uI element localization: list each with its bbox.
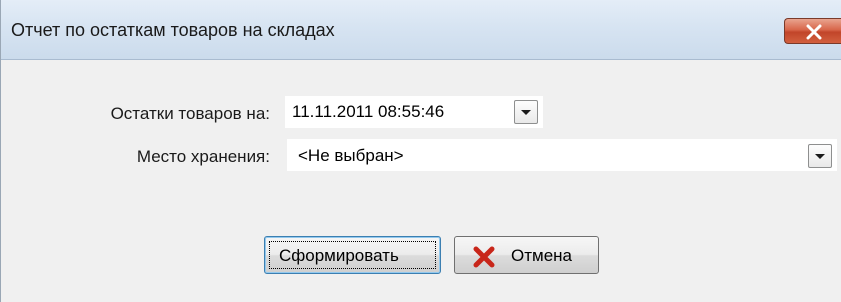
close-icon — [806, 24, 822, 40]
close-button[interactable] — [784, 18, 841, 44]
chevron-down-icon — [815, 154, 825, 159]
cancel-x-icon — [473, 246, 495, 268]
window-title: Отчет по остаткам товаров на складах — [11, 20, 335, 40]
storage-select[interactable]: <Не выбран> — [287, 139, 837, 171]
generate-button[interactable]: Сформировать — [264, 236, 441, 274]
cancel-button-label: Отмена — [511, 246, 572, 265]
storage-dropdown-button[interactable] — [808, 144, 832, 168]
date-value[interactable]: 11.11.2011 08:55:46 — [292, 102, 444, 122]
storage-label: Место хранения: — [136, 147, 270, 166]
cancel-button[interactable]: Отмена — [454, 236, 599, 274]
dialog-body: Остатки товаров на: 11.11.2011 08:55:46 … — [1, 60, 841, 302]
generate-button-label: Сформировать — [279, 246, 399, 265]
title-bar[interactable]: Отчет по остаткам товаров на складах — [1, 0, 841, 60]
report-dialog: Отчет по остаткам товаров на складах Ост… — [0, 0, 841, 302]
chevron-down-icon — [521, 110, 531, 115]
storage-value: <Не выбран> — [298, 146, 404, 165]
date-dropdown-button[interactable] — [514, 100, 538, 124]
date-label: Остатки товаров на: — [110, 104, 270, 123]
date-time-picker[interactable]: 11.11.2011 08:55:46 — [285, 96, 543, 128]
